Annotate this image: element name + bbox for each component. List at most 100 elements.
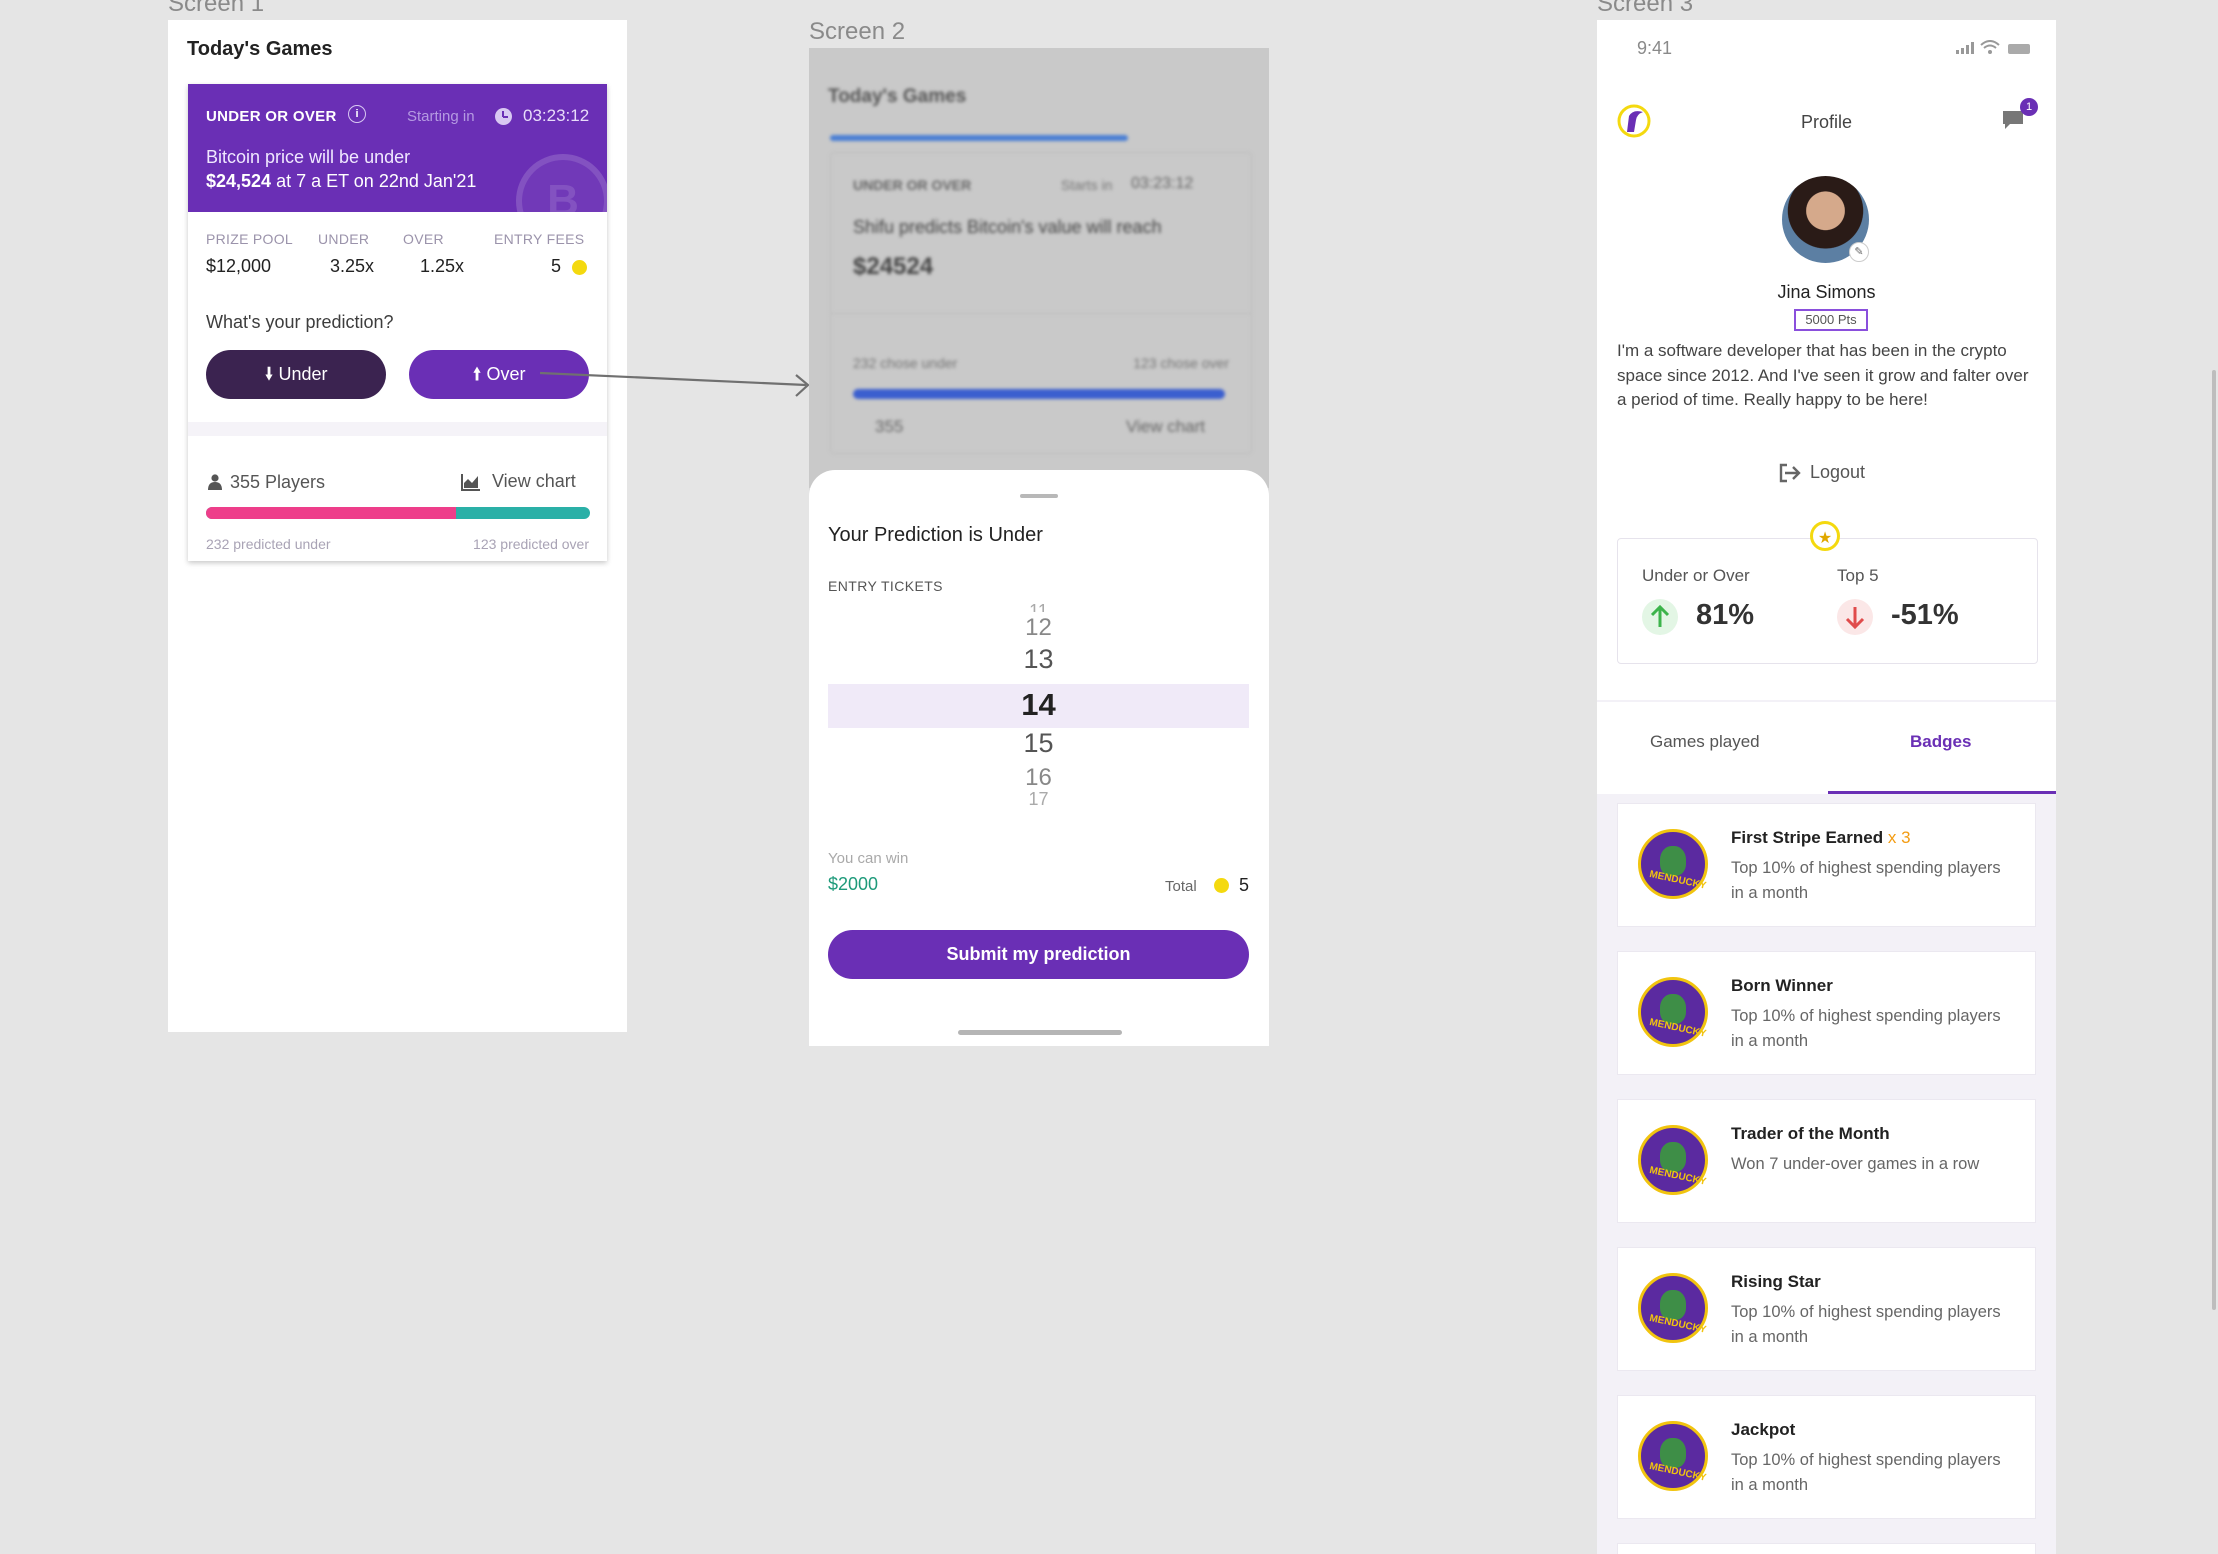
badge-title: Trader of the Month	[1731, 1124, 1890, 1143]
picker-option[interactable]: 13	[828, 644, 1249, 675]
user-bio: I'm a software developer that has been i…	[1617, 341, 2029, 409]
stat-value-under: 3.25x	[330, 256, 375, 276]
stat-value: 81%	[1696, 599, 1755, 631]
stat-label-under: UNDER	[318, 231, 370, 247]
players-count: 355 Players	[230, 472, 326, 492]
stat-value-entry-fees: 5	[551, 256, 562, 276]
page-title: Profile	[1800, 112, 1853, 132]
badge-title: Rising Star	[1731, 1272, 1821, 1291]
picker-option[interactable]: 11	[828, 598, 1249, 612]
user-name: Jina Simons	[1777, 282, 1876, 302]
profile-tabs: Games played Badges	[1597, 702, 2056, 794]
sheet-handle[interactable]	[1020, 494, 1058, 498]
scrollbar[interactable]	[2212, 370, 2216, 1310]
bg-chose-over: 123 chose over	[1133, 355, 1229, 371]
chart-icon[interactable]	[461, 473, 481, 491]
home-indicator	[958, 1030, 1122, 1035]
screen3-label: Screen 3	[1597, 0, 1694, 17]
predicted-under: 232 predicted under	[206, 536, 331, 552]
bg-view-chart: View chart	[1125, 417, 1205, 436]
badge-description: Top 10% of highest spending players in a…	[1731, 1451, 2001, 1494]
badge-card[interactable]	[1617, 1543, 2036, 1554]
logout-link[interactable]: Logout	[1810, 462, 1865, 483]
game-banner: UNDER OR OVER i Starting in 03:23:12 Bit…	[188, 84, 607, 212]
starting-label: Starting in	[407, 108, 475, 125]
bitcoin-icon: B	[516, 154, 607, 212]
badge-card[interactable]: MENDUCKY Rising Star Top 10% of highest …	[1617, 1247, 2036, 1371]
submit-prediction-button[interactable]: Submit my prediction	[828, 930, 1249, 979]
stats-box: Under or Over 81% Top 5 -51%	[1617, 538, 2038, 664]
bg-scroll-indicator	[830, 135, 1128, 141]
stat-value-over: 1.25x	[420, 256, 465, 276]
chat-icon[interactable]	[2002, 110, 2024, 130]
bg-statement: Shifu predicts Bitcoin's value will reac…	[853, 217, 1162, 237]
arrow-down-icon	[1837, 599, 1873, 635]
game-tag: UNDER OR OVER	[206, 108, 337, 125]
badge-description: Won 7 under-over games in a row	[1731, 1155, 1980, 1173]
bg-title: Today's Games	[828, 86, 967, 107]
view-chart-link[interactable]: View chart	[492, 471, 576, 492]
flow-arrow	[540, 371, 810, 397]
badge-card[interactable]: MENDUCKY Trader of the Month Won 7 under…	[1617, 1099, 2036, 1223]
arrow-down-icon: 🠛	[264, 364, 274, 384]
arrow-up-icon	[1642, 599, 1678, 635]
prediction-statement: Bitcoin price will be under	[206, 147, 411, 167]
picker-option[interactable]: 12	[828, 614, 1249, 642]
tab-games-played[interactable]: Games played	[1650, 732, 1760, 752]
bg-countdown: 03:23:12	[1131, 175, 1194, 192]
active-tab-indicator	[1828, 791, 2056, 794]
bg-price: $24524	[853, 253, 934, 280]
clock-icon	[495, 108, 512, 125]
badge-card[interactable]: MENDUCKY Born Winner Top 10% of highest …	[1617, 951, 2036, 1075]
can-win-value: $2000	[828, 874, 879, 894]
picker-option[interactable]: 15	[828, 728, 1249, 759]
bg-tag: UNDER OR OVER	[853, 177, 972, 193]
total-label: Total	[1165, 878, 1197, 895]
game-card[interactable]: UNDER OR OVER i Starting in 03:23:12 Bit…	[188, 84, 607, 561]
logout-icon[interactable]	[1779, 463, 1801, 483]
ticket-picker[interactable]: 11 12 13 14 15 16 17	[828, 598, 1249, 806]
entry-tickets-label: ENTRY TICKETS	[828, 578, 943, 594]
picker-selected[interactable]: 14	[828, 687, 1249, 723]
bg-players: 355	[875, 417, 904, 436]
picker-option[interactable]: 17	[828, 792, 1249, 806]
arrow-up-icon: 🠙	[472, 364, 482, 384]
countdown: 03:23:12	[523, 106, 590, 125]
prediction-target: $24,524 at 7 a ET on 22nd Jan'21	[206, 171, 476, 192]
page-title: Today's Games	[187, 38, 333, 60]
tab-badges[interactable]: Badges	[1910, 732, 1971, 752]
bg-starts-label: Starts in	[1061, 177, 1113, 193]
wifi-icon	[1980, 40, 2000, 54]
badge-title: Born Winner	[1731, 976, 1833, 995]
bg-chose-under: 232 chose under	[853, 355, 958, 371]
stat-value: -51%	[1891, 599, 1959, 631]
info-icon[interactable]: i	[348, 105, 366, 123]
predicted-over: 123 predicted over	[473, 536, 589, 552]
badge-medal-icon: MENDUCKY	[1638, 829, 1708, 899]
bg-progress-bar	[853, 389, 1225, 399]
edit-icon[interactable]: ✎	[1849, 242, 1869, 262]
badge-card[interactable]: MENDUCKY First Stripe Earned x 3 Top 10%…	[1617, 803, 2036, 927]
notification-badge: 1	[2020, 98, 2038, 116]
coin-icon	[1214, 878, 1229, 893]
badge-description: Top 10% of highest spending players in a…	[1731, 859, 2001, 902]
blurred-background: Today's Games UNDER OR OVER Starts in 03…	[809, 48, 1269, 488]
under-bar-fill	[206, 507, 456, 519]
badge-multiplier: x 3	[1887, 828, 1911, 847]
badge-description: Top 10% of highest spending players in a…	[1731, 1303, 2001, 1346]
under-button[interactable]: 🠛 Under	[206, 350, 386, 399]
badge-medal-icon: MENDUCKY	[1638, 977, 1708, 1047]
sheet-title: Your Prediction is Under	[828, 524, 1043, 546]
picker-option[interactable]: 16	[828, 764, 1249, 792]
badge-title: First Stripe Earned x 3	[1731, 828, 1911, 847]
badge-medal-icon: MENDUCKY	[1638, 1421, 1708, 1491]
prediction-progress-bar	[206, 507, 590, 519]
badge-card[interactable]: MENDUCKY Jackpot Top 10% of highest spen…	[1617, 1395, 2036, 1519]
can-win-label: You can win	[828, 850, 909, 867]
divider	[188, 422, 607, 436]
bg-divider	[831, 313, 1251, 314]
points-badge: 5000 Pts	[1794, 309, 1868, 331]
star-coin-icon: ★	[1810, 521, 1840, 551]
stat-label: Under or Over	[1642, 566, 1750, 585]
stat-label: Top 5	[1837, 566, 1879, 585]
